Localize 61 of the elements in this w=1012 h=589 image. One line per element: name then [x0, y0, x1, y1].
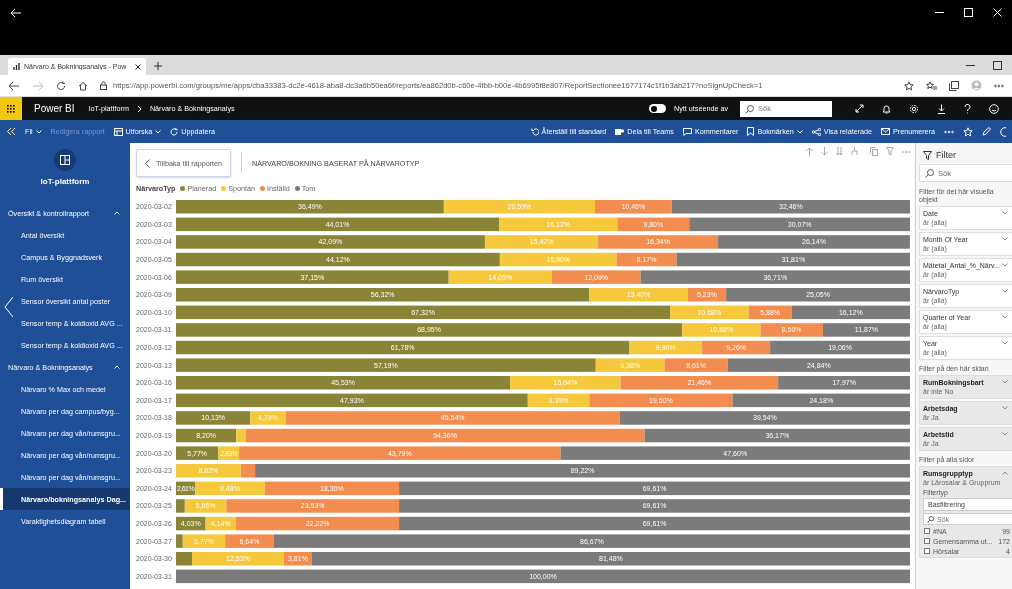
search-icon [925, 169, 934, 178]
comment-icon [682, 127, 692, 136]
star-icon[interactable] [904, 80, 914, 91]
undo-icon [530, 127, 539, 136]
chevron-icon[interactable] [1002, 341, 1008, 345]
search-icon [745, 104, 754, 114]
expand-icon[interactable] [855, 104, 864, 113]
chevron-icon[interactable] [1002, 315, 1008, 319]
search-icon [927, 516, 934, 523]
chevron-icon[interactable] [1002, 380, 1008, 384]
workspace-name: IoT-plattform [39, 177, 91, 186]
download-icon[interactable] [937, 103, 946, 114]
smiley-icon[interactable] [989, 103, 999, 114]
waffle-icon [7, 104, 15, 113]
chevron-icon[interactable] [1002, 211, 1008, 215]
new-tab-icon[interactable] [154, 62, 162, 70]
favorites-icon[interactable] [926, 80, 937, 91]
chart-icon [13, 63, 20, 70]
bar-segment [760, 323, 823, 337]
help-icon[interactable] [964, 103, 971, 114]
app-launcher-button[interactable] [0, 97, 22, 120]
chevron-left-icon[interactable] [4, 296, 14, 318]
chevron-icon[interactable] [1002, 471, 1008, 475]
workspace-icon [60, 155, 70, 165]
settings-icon[interactable] [909, 103, 919, 114]
bell-icon[interactable] [882, 103, 891, 114]
caret-icon [796, 129, 803, 134]
more-icon[interactable] [994, 83, 1004, 88]
refresh-icon[interactable] [56, 80, 66, 91]
teams-icon [615, 127, 625, 136]
pane-title: Filter [936, 150, 956, 160]
pen-icon[interactable] [982, 127, 991, 136]
chevron-icon[interactable] [1002, 432, 1008, 436]
back-icon[interactable] [8, 80, 20, 91]
share-icon [811, 127, 821, 136]
refresh-icon [170, 127, 179, 136]
checkbox[interactable] [924, 528, 930, 534]
explore-icon [113, 127, 123, 136]
chevron-icon[interactable] [1002, 406, 1008, 410]
chevron-icon[interactable] [1002, 289, 1008, 293]
product-name: Power BI [34, 103, 75, 114]
caret-icon [35, 129, 42, 134]
chevron-icon[interactable] [1002, 237, 1008, 241]
more-icon[interactable] [944, 129, 954, 134]
close-icon[interactable] [135, 63, 141, 70]
collapse-icon[interactable] [6, 127, 16, 136]
chevron-icon [136, 104, 142, 113]
checkbox[interactable] [924, 538, 930, 544]
checkbox[interactable] [924, 548, 930, 554]
bookmark-icon [747, 127, 755, 136]
home-icon[interactable] [78, 80, 88, 91]
chevron-icon[interactable] [1002, 263, 1008, 267]
toggle-switch[interactable] [649, 104, 667, 113]
maximize-icon[interactable] [993, 60, 1002, 70]
lock-icon [100, 81, 107, 90]
bar-segment [176, 516, 206, 531]
collections-icon[interactable] [949, 80, 959, 91]
chevron-icon [145, 158, 150, 168]
mail-icon [881, 128, 891, 135]
caret-icon [155, 129, 162, 134]
filter-icon [923, 150, 932, 160]
